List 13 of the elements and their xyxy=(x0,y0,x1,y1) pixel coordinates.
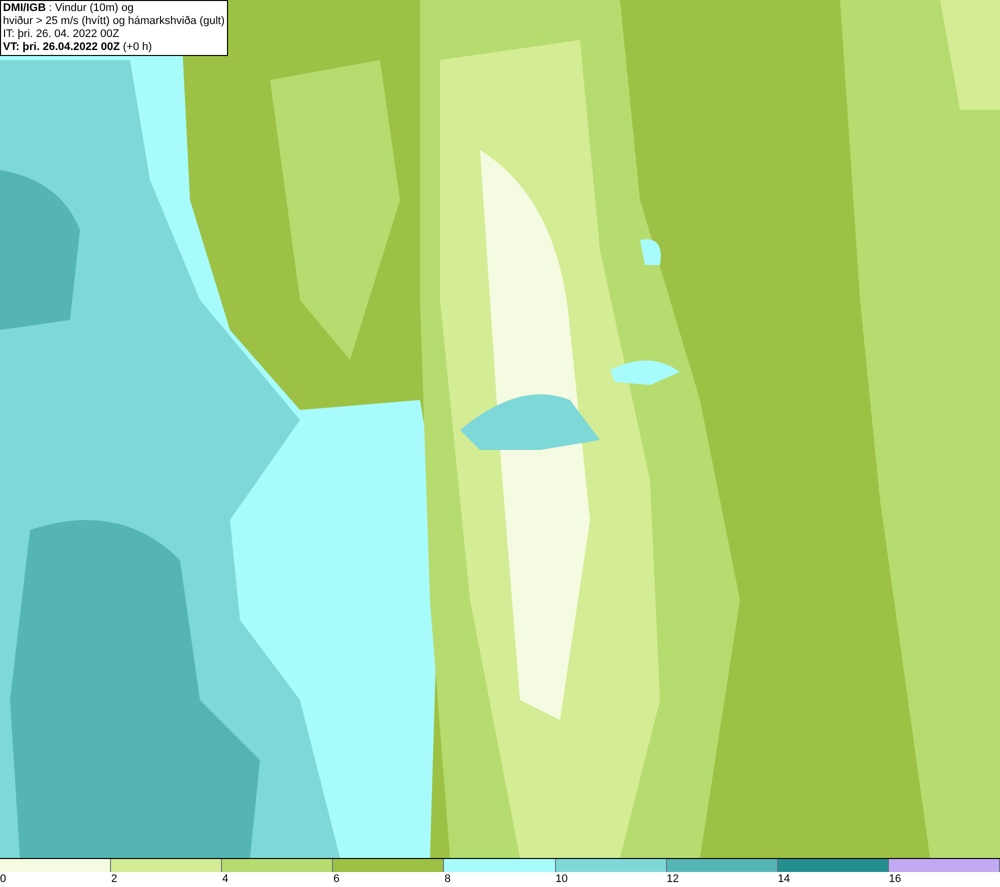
scale-label: 8 xyxy=(444,873,451,885)
legend-text: IT: þri. 26. 04. 2022 00Z xyxy=(3,28,120,41)
legend-text: DMI/IGB : Vindur (10m) og xyxy=(3,2,135,15)
scale-label: 16 xyxy=(888,873,902,885)
scale-label: 12 xyxy=(666,873,679,885)
legend-text: hviður > 25 m/s (hvítt) og hámarkshviða (gult) xyxy=(3,15,225,28)
legend-text: VT: þri. 26.04.2022 00Z (+0 h) xyxy=(3,41,153,54)
scale-label: 2 xyxy=(111,873,118,885)
scale-label: 0 xyxy=(0,873,6,885)
scale-label: 14 xyxy=(778,873,790,885)
scale-label: 10 xyxy=(556,873,568,885)
scale-label: 4 xyxy=(222,873,228,885)
scale-label: 6 xyxy=(333,873,340,885)
